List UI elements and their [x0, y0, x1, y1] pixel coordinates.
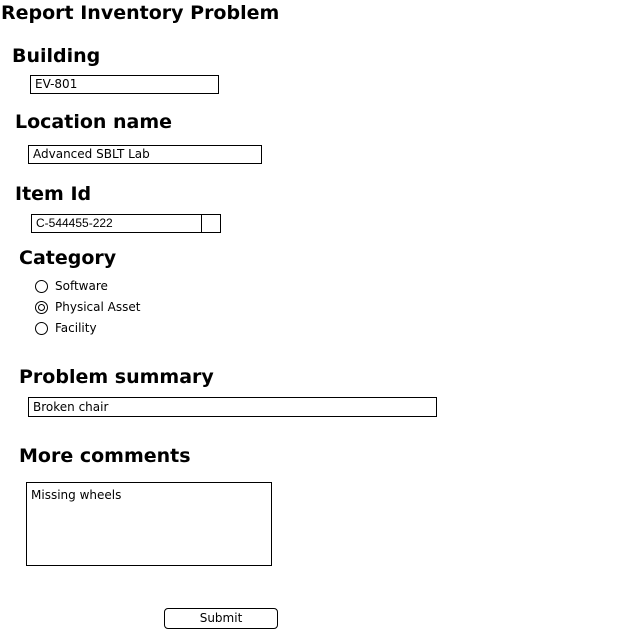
item-id-value: C-544455-222: [36, 216, 113, 230]
category-label: Category: [19, 247, 117, 269]
radio-label-physical-asset: Physical Asset: [55, 300, 141, 314]
radio-software[interactable]: [35, 279, 48, 293]
item-id-combobox[interactable]: C-544455-222: [31, 214, 221, 233]
submit-button[interactable]: Submit: [164, 608, 278, 629]
category-option-physical-asset[interactable]: Physical Asset: [35, 298, 140, 316]
problem-summary-input[interactable]: Broken chair: [28, 397, 437, 417]
category-option-software[interactable]: Software: [35, 277, 140, 295]
radio-label-software: Software: [55, 279, 108, 293]
building-input[interactable]: EV-801: [30, 75, 219, 94]
radio-facility[interactable]: [35, 321, 48, 335]
item-id-label: Item Id: [15, 183, 92, 205]
page-title: Report Inventory Problem: [1, 2, 280, 24]
location-name-label: Location name: [15, 111, 173, 133]
problem-summary-label: Problem summary: [19, 366, 214, 388]
location-name-input[interactable]: Advanced SBLT Lab: [28, 145, 262, 164]
more-comments-label: More comments: [19, 445, 191, 467]
radio-physical-asset[interactable]: [35, 300, 48, 314]
building-label: Building: [12, 45, 101, 67]
item-id-dropdown-button[interactable]: [201, 215, 220, 232]
category-radio-group: Software Physical Asset Facility: [35, 277, 140, 337]
more-comments-textarea[interactable]: Missing wheels: [26, 482, 272, 566]
category-option-facility[interactable]: Facility: [35, 319, 140, 337]
radio-label-facility: Facility: [55, 321, 97, 335]
